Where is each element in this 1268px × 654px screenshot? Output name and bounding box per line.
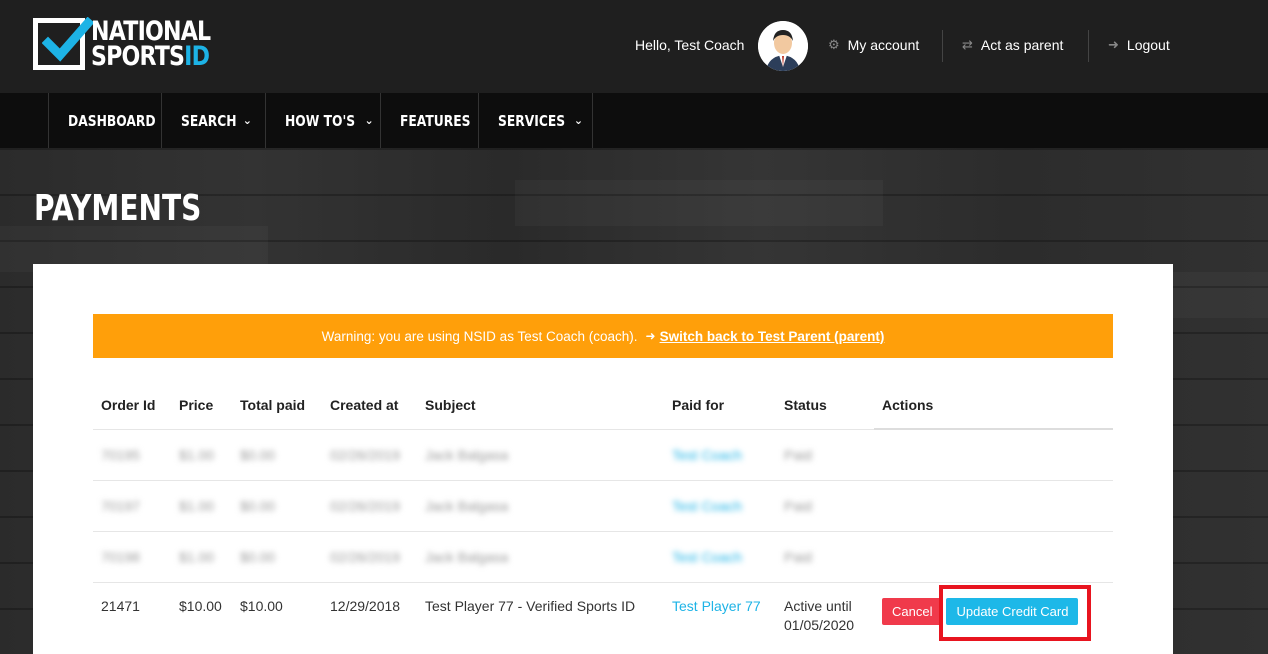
chevron-down-icon: ⌄	[573, 114, 584, 127]
paid-for-link[interactable]: Test Player 77	[664, 581, 776, 654]
column-header: Total paid	[240, 397, 306, 414]
header-divider	[942, 30, 943, 62]
table-row: 70198 $1.00 $0.00 02/26/2019 Jack Balgas…	[93, 530, 1113, 582]
nav-item-services[interactable]: SERVICES ⌄	[479, 93, 593, 148]
table-row: 70195 $1.00 $0.00 02/26/2019 Jack Balgas…	[93, 428, 1113, 480]
subject: Test Player 77 - Verified Sports ID	[417, 581, 664, 654]
total-paid: $10.00	[232, 581, 322, 654]
column-header: Price	[179, 397, 214, 414]
payments-panel: Warning: you are using NSID as Test Coac…	[33, 264, 1173, 654]
column-header: Subject	[425, 397, 476, 414]
column-header: Paid for	[672, 397, 725, 414]
nav-item-how-tos[interactable]: HOW TO'S ⌄	[266, 93, 381, 148]
swap-arrows-icon: ⇄	[962, 37, 973, 52]
nav-item-search[interactable]: SEARCH ⌄	[162, 93, 266, 148]
logout-link[interactable]: ➜ Logout	[1108, 37, 1170, 53]
update-credit-card-button[interactable]: Update Credit Card	[946, 597, 1079, 625]
user-avatar[interactable]	[758, 21, 808, 71]
order-id: 21471	[93, 581, 171, 654]
column-header: Created at	[330, 397, 399, 414]
nav-item-features[interactable]: FEATURES	[381, 93, 479, 148]
main-navigation: DASHBOARD SEARCH ⌄ HOW TO'S ⌄ FEATURES S…	[0, 93, 1268, 148]
created-at: 12/29/2018	[322, 581, 417, 654]
switch-back-link[interactable]: Switch back to Test Parent (parent)	[660, 329, 885, 344]
paid-for-link[interactable]: Test Coach	[664, 479, 776, 531]
nav-item-dashboard[interactable]: DASHBOARD	[49, 93, 162, 148]
my-account-link[interactable]: ⚙ My account	[828, 37, 919, 53]
logo-checkmark-icon	[33, 17, 94, 70]
actions-cell: Cancel Update Credit Card	[874, 581, 1113, 654]
column-header: Actions	[874, 382, 1113, 430]
act-as-parent-link[interactable]: ⇄ Act as parent	[962, 37, 1063, 53]
chevron-down-icon: ⌄	[364, 114, 374, 127]
payments-table: Order Id Price Total paid Created at Sub…	[93, 382, 1113, 654]
table-row: 70197 $1.00 $0.00 02/26/2019 Jack Balgas…	[93, 479, 1113, 531]
impersonation-warning: Warning: you are using NSID as Test Coac…	[93, 314, 1113, 358]
sign-out-icon: ➜	[645, 329, 656, 343]
chevron-down-icon: ⌄	[242, 114, 252, 127]
header-divider	[1088, 30, 1089, 62]
greeting-text: Hello, Test Coach	[635, 37, 745, 53]
column-header: Order Id	[101, 397, 156, 414]
cancel-button[interactable]: Cancel	[882, 597, 943, 625]
top-header: NATIONAL SPORTSID Hello, Test Coach ⚙ My…	[0, 0, 1268, 93]
paid-for-link[interactable]: Test Coach	[664, 428, 776, 480]
sign-out-icon: ➜	[1108, 37, 1119, 52]
status: Active until 01/05/2020	[776, 581, 874, 654]
price: $10.00	[171, 581, 232, 654]
page-title: PAYMENTS	[34, 188, 202, 229]
column-header: Status	[784, 397, 827, 414]
paid-for-link[interactable]: Test Coach	[664, 530, 776, 582]
site-logo[interactable]: NATIONAL SPORTSID	[33, 16, 237, 72]
gear-icon: ⚙	[828, 37, 840, 52]
table-row: 21471 $10.00 $10.00 12/29/2018 Test Play…	[93, 581, 1113, 654]
logo-text: NATIONAL SPORTSID	[91, 16, 211, 72]
